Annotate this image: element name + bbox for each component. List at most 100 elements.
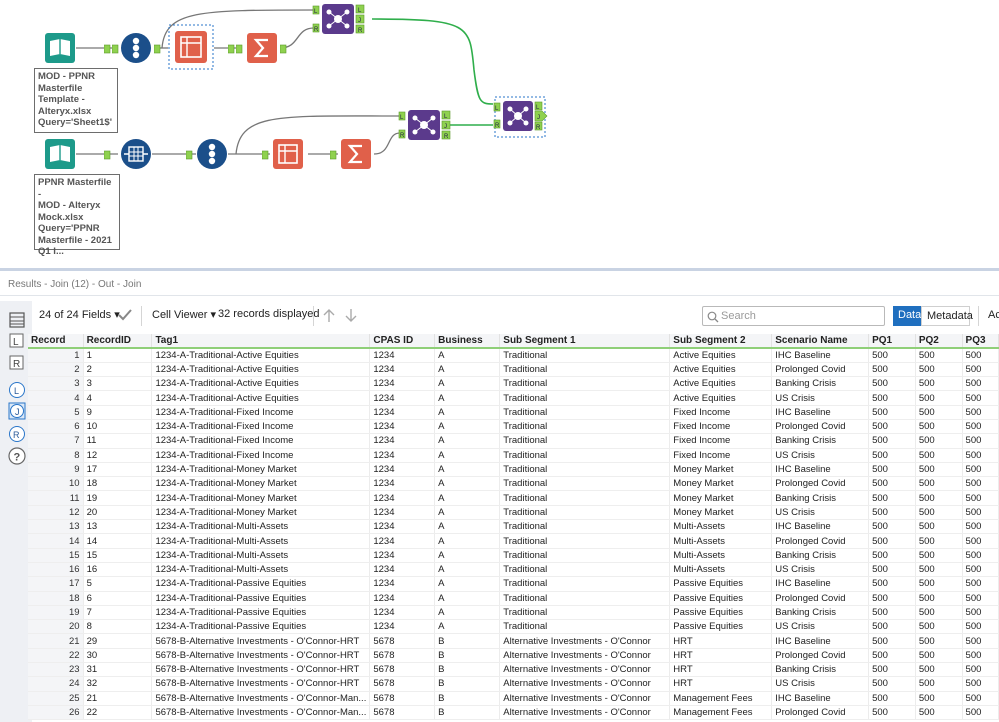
anchor-input[interactable] [262, 150, 272, 160]
table-cell[interactable]: 1234 [369, 405, 436, 420]
table-cell[interactable]: 500 [868, 605, 916, 621]
table-row[interactable]: 3 3 1234-A-Traditional-Active Equities 1234… [28, 376, 999, 392]
column-header[interactable]: RecordID [83, 334, 153, 349]
table-cell[interactable]: 500 [962, 691, 999, 706]
anchor-input[interactable] [236, 44, 246, 54]
table-cell[interactable]: Banking Crisis [771, 662, 870, 678]
table-cell[interactable]: 500 [868, 691, 916, 706]
anchor-output[interactable] [280, 44, 290, 54]
table-cell[interactable]: HRT [669, 676, 773, 692]
table-cell[interactable]: 9 [83, 405, 153, 420]
table-cell[interactable]: 1234 [369, 505, 436, 521]
table-cell[interactable]: A [434, 376, 501, 392]
table-cell[interactable]: 500 [962, 476, 999, 492]
table-cell[interactable]: 500 [915, 676, 963, 692]
table-row[interactable]: 16 16 1234-A-Traditional-Multi-Assets 1234 A… [28, 562, 999, 578]
table-cell[interactable]: US Crisis [771, 619, 870, 635]
arrow-up-icon[interactable] [322, 308, 336, 323]
table-cell[interactable]: 500 [868, 505, 916, 521]
table-cell[interactable]: Traditional [499, 376, 671, 392]
record-number-cell[interactable]: 13 [28, 519, 84, 535]
table-cell[interactable]: Passive Equities [669, 605, 773, 621]
table-cell[interactable]: B [434, 676, 501, 692]
table-cell[interactable]: 30 [83, 648, 153, 664]
join-tool-final[interactable]: L R L J R [492, 96, 550, 140]
tab-data[interactable]: Data [893, 306, 921, 326]
table-cell[interactable]: Prolonged Covid [771, 419, 870, 435]
column-header[interactable]: Record [28, 334, 84, 349]
table-cell[interactable]: Alternative Investments - O'Connor [499, 633, 671, 649]
table-cell[interactable]: 500 [962, 548, 999, 563]
record-number-cell[interactable]: 22 [28, 648, 84, 664]
table-cell[interactable]: 500 [915, 433, 963, 449]
table-cell[interactable]: 1234 [369, 533, 436, 549]
table-cell[interactable]: 500 [868, 362, 916, 378]
table-cell[interactable]: 500 [962, 591, 999, 606]
table-cell[interactable]: 6 [83, 591, 153, 606]
table-row[interactable]: 10 18 1234-A-Traditional-Money Market 1234 A… [28, 476, 999, 492]
table-row[interactable]: 26 22 5678-B-Alternative Investments - O'C… [28, 705, 999, 721]
column-header[interactable]: PQ1 [868, 334, 916, 349]
table-row[interactable]: 9 17 1234-A-Traditional-Money Market 1234 A T… [28, 462, 999, 478]
table-cell[interactable]: 1234-A-Traditional-Multi-Assets [151, 548, 371, 563]
table-cell[interactable]: 500 [868, 633, 916, 649]
table-cell[interactable]: Traditional [499, 462, 671, 478]
table-cell[interactable]: Traditional [499, 548, 671, 563]
table-cell[interactable]: Management Fees [669, 691, 773, 706]
table-row[interactable]: 8 12 1234-A-Traditional-Fixed Income 1234 A T… [28, 448, 999, 463]
table-cell[interactable]: 500 [915, 648, 963, 664]
record-number-cell[interactable]: 14 [28, 533, 84, 549]
table-cell[interactable]: 500 [868, 448, 916, 463]
table-cell[interactable]: IHC Baseline [771, 462, 870, 478]
table-cell[interactable]: Alternative Investments - O'Connor [499, 648, 671, 664]
table-cell[interactable]: 500 [962, 490, 999, 506]
multi-field-tool[interactable] [120, 138, 154, 172]
record-number-cell[interactable]: 1 [28, 348, 84, 363]
table-cell[interactable]: A [434, 390, 501, 406]
table-cell[interactable]: 2 [83, 362, 153, 378]
table-cell[interactable]: A [434, 576, 501, 592]
anchor-output[interactable] [154, 44, 164, 54]
record-number-cell[interactable]: 21 [28, 633, 84, 649]
table-cell[interactable]: Fixed Income [669, 419, 773, 435]
table-cell[interactable]: Active Equities [669, 362, 773, 378]
table-cell[interactable]: 1234-A-Traditional-Money Market [151, 462, 371, 478]
table-cell[interactable]: 1234 [369, 519, 436, 535]
table-cell[interactable]: A [434, 348, 501, 363]
record-number-cell[interactable]: 8 [28, 448, 84, 463]
table-cell[interactable]: 22 [83, 705, 153, 721]
table-cell[interactable]: Alternative Investments - O'Connor [499, 676, 671, 692]
table-cell[interactable]: 500 [915, 476, 963, 492]
table-cell[interactable]: Traditional [499, 591, 671, 606]
record-number-cell[interactable]: 9 [28, 462, 84, 478]
table-cell[interactable]: HRT [669, 648, 773, 664]
table-cell[interactable]: Traditional [499, 562, 671, 578]
table-cell[interactable]: A [434, 519, 501, 535]
table-cell[interactable]: Multi-Assets [669, 548, 773, 563]
table-row[interactable]: 2 2 1234-A-Traditional-Active Equities 1234… [28, 362, 999, 378]
summarize-tool-1[interactable] [246, 32, 280, 66]
table-cell[interactable]: 500 [868, 648, 916, 664]
table-cell[interactable]: 13 [83, 519, 153, 535]
table-cell[interactable]: 500 [915, 533, 963, 549]
table-cell[interactable]: A [434, 605, 501, 621]
table-cell[interactable]: 1234 [369, 390, 436, 406]
table-cell[interactable]: US Crisis [771, 390, 870, 406]
summarize-tool-2[interactable] [340, 138, 374, 172]
table-cell[interactable]: 500 [915, 619, 963, 635]
table-cell[interactable]: 14 [83, 533, 153, 549]
table-cell[interactable]: 500 [915, 562, 963, 578]
table-cell[interactable]: IHC Baseline [771, 348, 870, 363]
table-cell[interactable]: 10 [83, 419, 153, 435]
table-cell[interactable]: 1234-A-Traditional-Active Equities [151, 390, 371, 406]
table-cell[interactable]: 500 [868, 562, 916, 578]
table-cell[interactable]: 500 [962, 362, 999, 378]
table-cell[interactable]: 500 [962, 633, 999, 649]
table-cell[interactable]: Banking Crisis [771, 548, 870, 563]
table-cell[interactable]: Multi-Assets [669, 519, 773, 535]
table-cell[interactable]: 500 [868, 662, 916, 678]
table-cell[interactable]: 32 [83, 676, 153, 692]
table-cell[interactable]: 1234 [369, 348, 436, 363]
table-cell[interactable]: Prolonged Covid [771, 476, 870, 492]
table-cell[interactable]: 500 [962, 419, 999, 435]
